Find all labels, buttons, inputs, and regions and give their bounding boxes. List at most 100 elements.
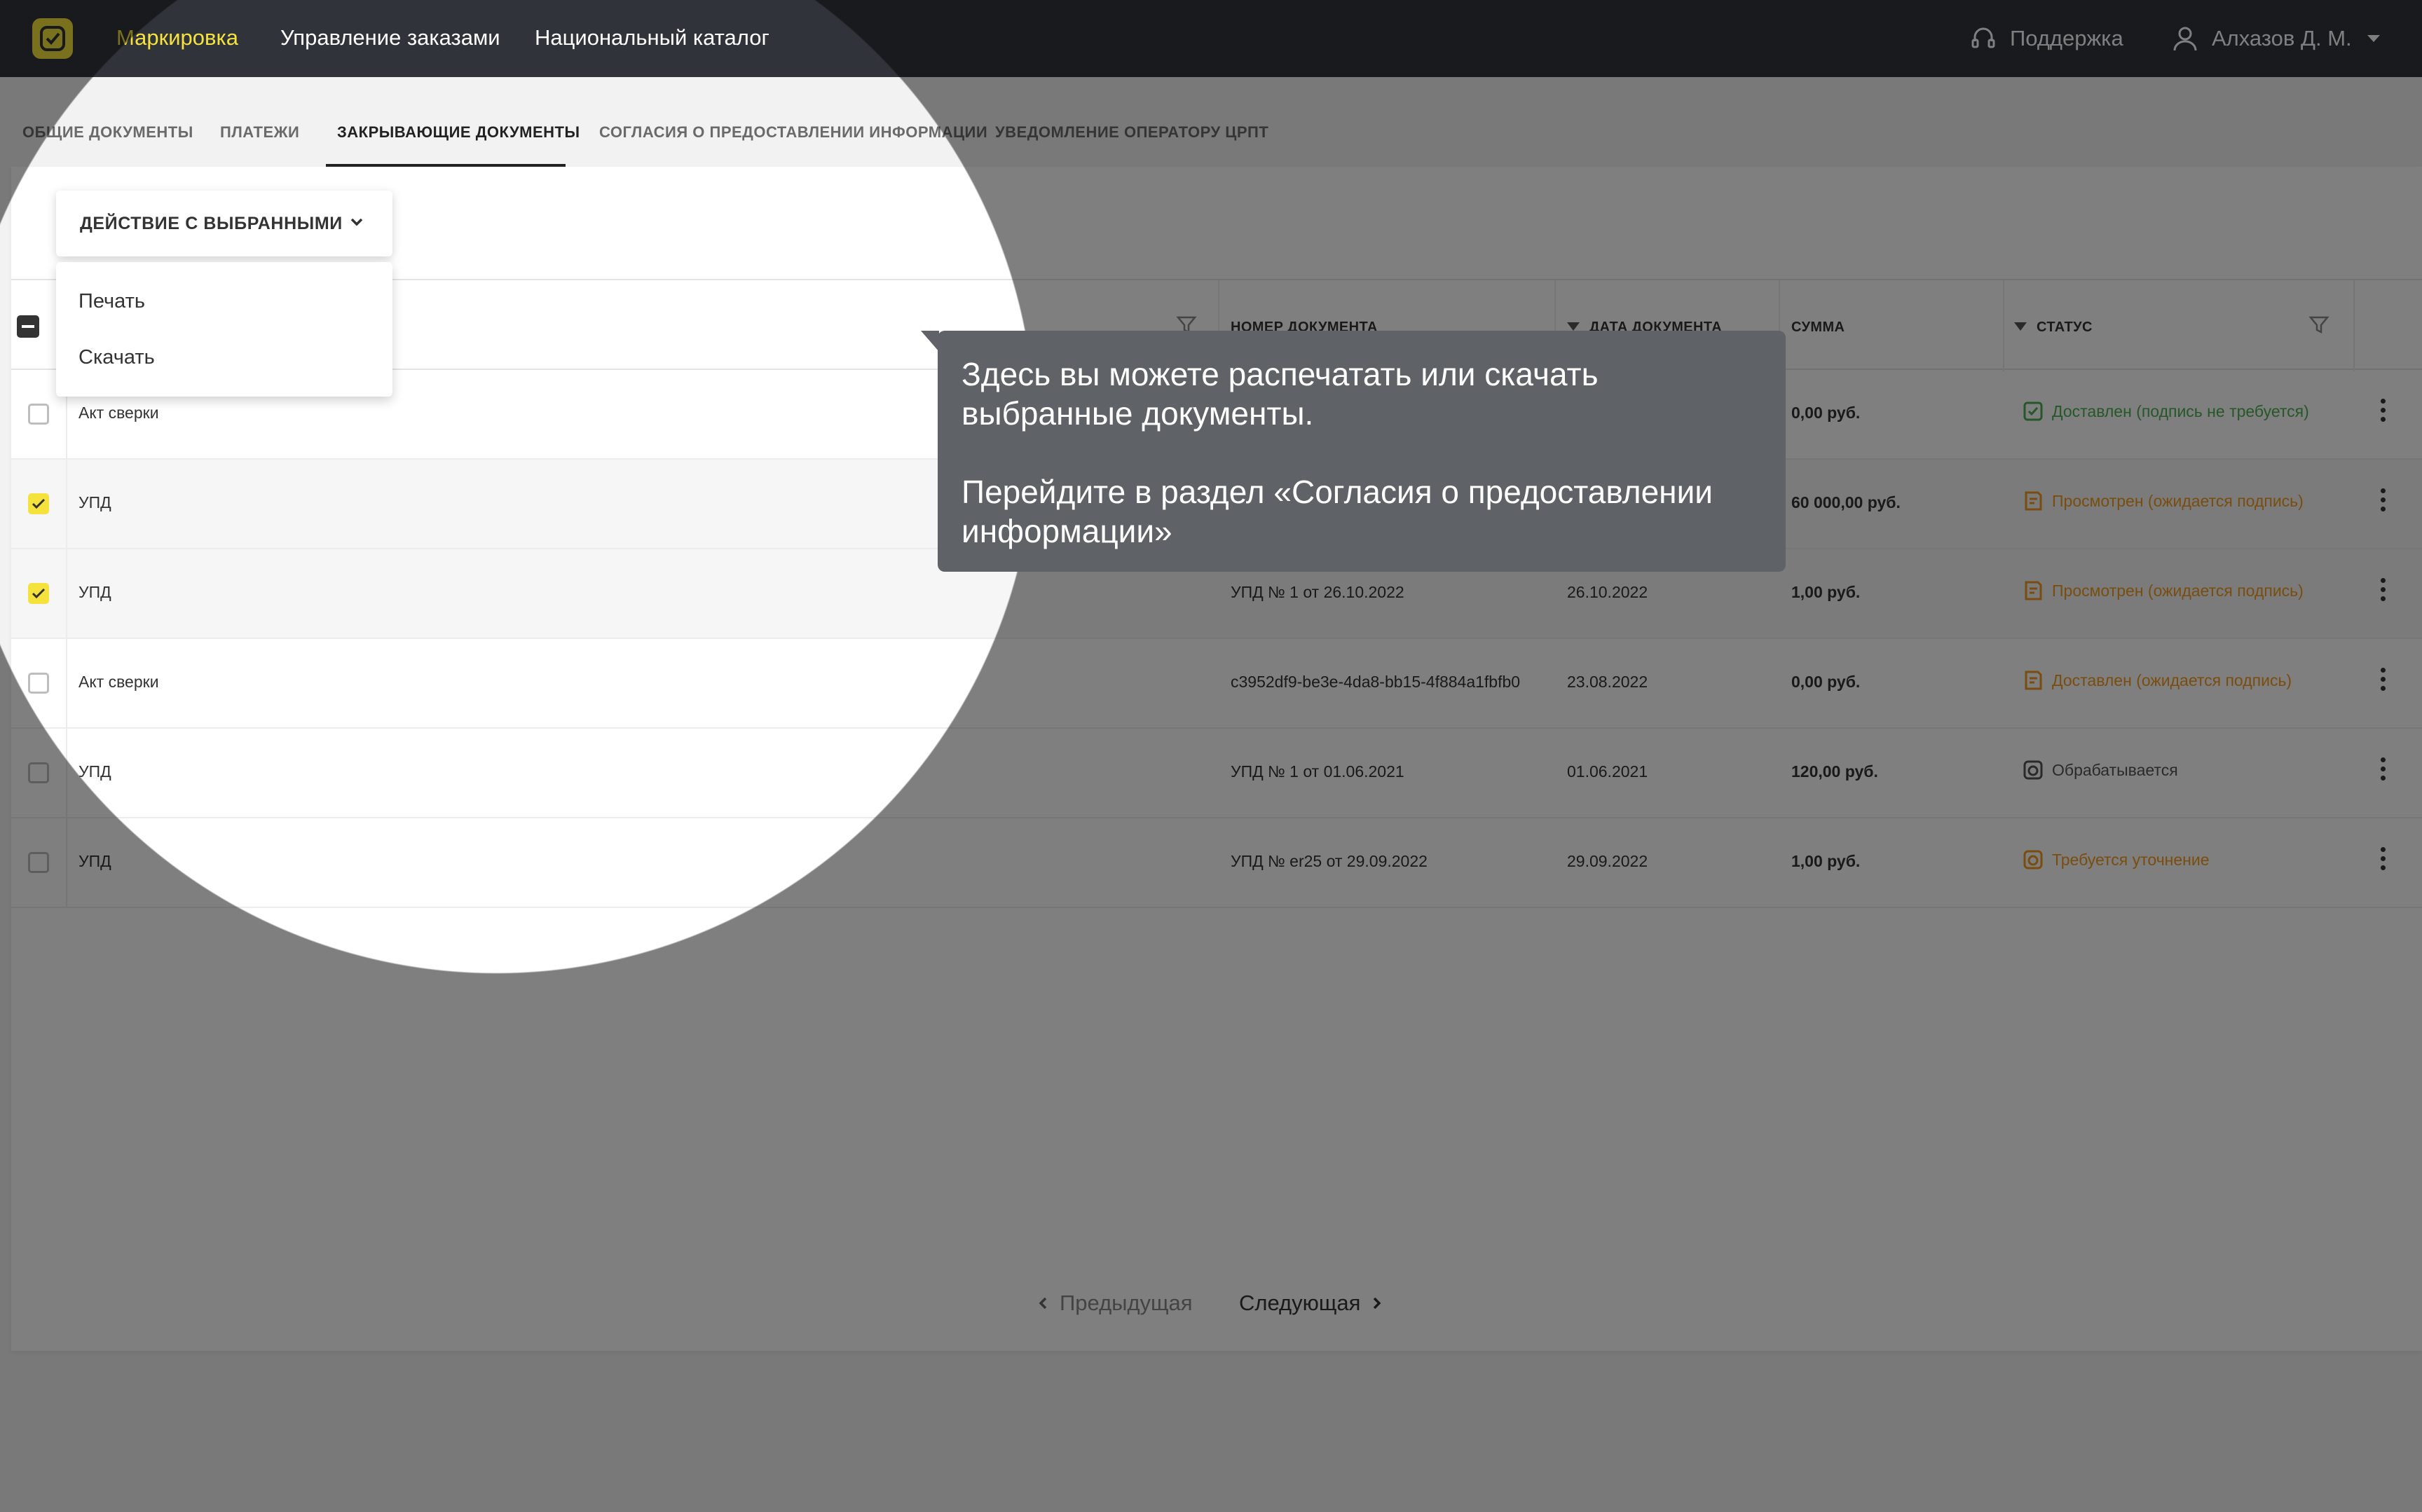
document-number: УПД № 1 от 01.06.2021 bbox=[1231, 762, 1404, 781]
chevron-down-icon bbox=[350, 218, 363, 226]
document-sum: 120,00 руб. bbox=[1791, 762, 1878, 781]
document-type: УПД bbox=[78, 583, 111, 601]
row-menu-icon[interactable] bbox=[2376, 575, 2390, 614]
row-menu-icon[interactable] bbox=[2376, 754, 2390, 793]
status-label: Доставлен (ожидается подпись) bbox=[2052, 671, 2292, 689]
document-type: УПД bbox=[78, 852, 111, 870]
status-badge: Требуется уточнение bbox=[2023, 849, 2210, 870]
document-tabs: ОБЩИЕ ДОКУМЕНТЫ ПЛАТЕЖИ ЗАКРЫВАЮЩИЕ ДОКУ… bbox=[0, 112, 2422, 168]
row-checkbox[interactable] bbox=[28, 673, 49, 694]
nav-catalog[interactable]: Национальный каталог bbox=[535, 25, 769, 50]
sort-desc-icon[interactable] bbox=[2014, 322, 2027, 331]
tooltip-text-1: Здесь вы можете распечатать или скачать … bbox=[962, 356, 1599, 432]
column-divider bbox=[66, 549, 67, 639]
row-menu-icon[interactable] bbox=[2376, 664, 2390, 703]
sort-desc-icon[interactable] bbox=[1567, 322, 1580, 331]
column-divider bbox=[66, 460, 67, 549]
status-badge: Доставлен (подпись не требуется) bbox=[2023, 401, 2309, 422]
caret-down-icon bbox=[2367, 35, 2380, 42]
processing-icon bbox=[2023, 760, 2043, 780]
document-sum: 1,00 руб. bbox=[1791, 852, 1861, 870]
status-label: Доставлен (подпись не требуется) bbox=[2052, 401, 2309, 420]
chevron-right-icon bbox=[1374, 1297, 1381, 1310]
column-divider bbox=[66, 818, 67, 908]
row-checkbox[interactable] bbox=[28, 493, 49, 514]
status-badge: Доставлен (ожидается подпись) bbox=[2023, 670, 2292, 691]
row-menu-icon[interactable] bbox=[2376, 485, 2390, 524]
tab-closing-documents[interactable]: ЗАКРЫВАЮЩИЕ ДОКУМЕНТЫ bbox=[337, 123, 580, 142]
chevron-left-icon bbox=[1039, 1297, 1047, 1310]
tab-payments[interactable]: ПЛАТЕЖИ bbox=[220, 123, 299, 142]
table-row[interactable]: УПД УПД № er25 от 29.09.2022 29.09.2022 … bbox=[11, 818, 2422, 908]
document-date: 26.10.2022 bbox=[1567, 583, 1648, 601]
status-label: Просмотрен (ожидается подпись) bbox=[2052, 491, 2304, 510]
pagination-next[interactable]: Следующая bbox=[1239, 1291, 1383, 1316]
user-icon bbox=[2173, 27, 2197, 51]
row-checkbox[interactable] bbox=[28, 762, 49, 783]
status-label: Требуется уточнение bbox=[2052, 850, 2210, 869]
tab-consents[interactable]: СОГЛАСИЯ О ПРЕДОСТАВЛЕНИИ ИНФОРМАЦИИ bbox=[599, 123, 987, 142]
bulk-action-label: ДЕЙСТВИЕ С ВЫБРАННЫМИ bbox=[80, 213, 343, 233]
document-number: УПД № er25 от 29.09.2022 bbox=[1231, 852, 1428, 870]
tooltip-text-2: Перейдите в раздел «Согласия о предостав… bbox=[962, 474, 1713, 549]
row-menu-icon[interactable] bbox=[2376, 395, 2390, 434]
pending-signature-icon bbox=[2025, 491, 2042, 511]
document-type: Акт сверки bbox=[78, 404, 159, 422]
check-doc-icon bbox=[2023, 401, 2043, 421]
clarification-icon bbox=[2023, 850, 2043, 870]
column-divider bbox=[2003, 280, 2004, 371]
document-sum: 0,00 руб. bbox=[1791, 404, 1861, 422]
status-badge: Просмотрен (ожидается подпись) bbox=[2023, 580, 2304, 601]
headset-icon bbox=[1971, 27, 1995, 48]
column-divider bbox=[2353, 280, 2355, 371]
table-row[interactable]: Акт сверки c3952df9-be3e-4da8-bb15-4f884… bbox=[11, 639, 2422, 729]
document-date: 01.06.2021 bbox=[1567, 762, 1648, 781]
indeterminate-mark bbox=[22, 325, 34, 328]
document-sum: 0,00 руб. bbox=[1791, 673, 1861, 691]
pending-signature-icon bbox=[2025, 671, 2042, 690]
document-type: Акт сверки bbox=[78, 673, 159, 691]
user-menu[interactable]: Алхазов Д. М. bbox=[2171, 21, 2380, 56]
support-link[interactable]: Поддержка bbox=[1969, 21, 2123, 56]
document-number: c3952df9-be3e-4da8-bb15-4f884a1fbfb0 bbox=[1231, 673, 1521, 691]
row-menu-icon[interactable] bbox=[2376, 844, 2390, 883]
logo-glyph bbox=[40, 26, 65, 51]
row-checkbox[interactable] bbox=[28, 852, 49, 873]
check-icon bbox=[32, 498, 46, 509]
onboarding-tooltip: Здесь вы можете распечатать или скачать … bbox=[921, 331, 1786, 572]
document-sum: 1,00 руб. bbox=[1791, 583, 1861, 601]
select-all-checkbox[interactable] bbox=[17, 315, 39, 338]
tab-general-documents[interactable]: ОБЩИЕ ДОКУМЕНТЫ bbox=[22, 123, 193, 142]
user-name: Алхазов Д. М. bbox=[2212, 26, 2352, 50]
status-badge: Просмотрен (ожидается подпись) bbox=[2023, 490, 2304, 511]
marking-logo-icon[interactable] bbox=[32, 18, 73, 59]
column-divider bbox=[66, 729, 67, 818]
document-sum: 60 000,00 руб. bbox=[1791, 493, 1901, 511]
pagination-prev-label: Предыдущая bbox=[1060, 1291, 1193, 1315]
pending-signature-icon bbox=[2025, 581, 2042, 600]
column-header-status[interactable]: СТАТУС bbox=[2037, 319, 2093, 336]
menu-item-download[interactable]: Скачать bbox=[78, 346, 155, 369]
menu-item-print[interactable]: Печать bbox=[78, 290, 145, 313]
row-checkbox[interactable] bbox=[28, 404, 49, 425]
bulk-action-button[interactable]: ДЕЙСТВИЕ С ВЫБРАННЫМИ bbox=[56, 191, 392, 256]
row-checkbox[interactable] bbox=[28, 583, 49, 604]
tab-operator-notification[interactable]: УВЕДОМЛЕНИЕ ОПЕРАТОРУ ЦРПТ bbox=[995, 123, 1268, 142]
status-badge: Обрабатывается bbox=[2023, 760, 2178, 781]
pagination-next-label: Следующая bbox=[1239, 1291, 1361, 1315]
status-label: Просмотрен (ожидается подпись) bbox=[2052, 581, 2304, 600]
nav-marking[interactable]: Маркировка bbox=[116, 25, 238, 50]
document-number: УПД № 1 от 26.10.2022 bbox=[1231, 583, 1404, 601]
pagination-prev[interactable]: Предыдущая bbox=[1037, 1291, 1193, 1316]
nav-orders[interactable]: Управление заказами bbox=[280, 25, 500, 50]
column-divider bbox=[66, 639, 67, 729]
document-type: УПД bbox=[78, 762, 111, 781]
filter-icon[interactable] bbox=[2308, 314, 2329, 335]
document-type: УПД bbox=[78, 493, 111, 511]
document-date: 23.08.2022 bbox=[1567, 673, 1648, 691]
table-row[interactable]: УПД УПД № 1 от 01.06.2021 01.06.2021 120… bbox=[11, 729, 2422, 818]
support-label: Поддержка bbox=[2010, 26, 2123, 50]
top-navigation-bar: Маркировка Управление заказами Националь… bbox=[0, 0, 2422, 77]
column-header-sum[interactable]: СУММА bbox=[1791, 319, 1845, 336]
status-label: Обрабатывается bbox=[2052, 760, 2178, 779]
